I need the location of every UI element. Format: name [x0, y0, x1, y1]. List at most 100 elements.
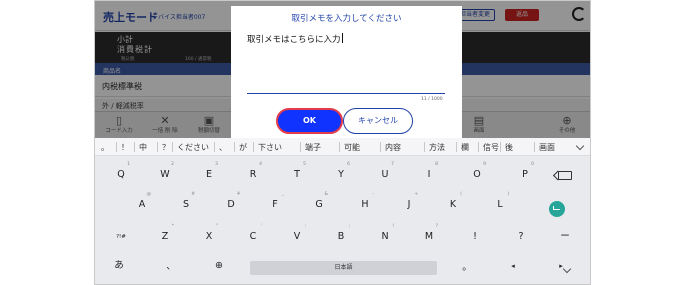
key-hint: 9	[483, 162, 486, 167]
key-c[interactable]: C '	[243, 224, 263, 247]
suggestion-separator	[500, 142, 501, 152]
key-label: H	[361, 199, 369, 210]
suggestion-item[interactable]: ください	[177, 142, 209, 153]
char-counter: 11 / 1000	[421, 97, 443, 102]
key-label: T	[294, 169, 300, 180]
key-hint: :	[304, 224, 306, 229]
suggestion-item[interactable]: 後	[505, 142, 513, 153]
key-hint: 4	[259, 162, 262, 167]
suggestion-item[interactable]: ！	[121, 142, 129, 153]
key-hint: (	[460, 192, 462, 197]
backspace-key[interactable]	[558, 171, 572, 180]
globe-icon[interactable]: ⊕	[209, 256, 229, 276]
key-label: ー	[560, 231, 570, 242]
suggestion-item[interactable]: 下さい	[258, 142, 282, 153]
suggestion-item[interactable]: 可能	[344, 142, 360, 153]
suggestion-separator	[214, 142, 215, 152]
ok-button[interactable]: OK	[276, 108, 343, 134]
key-hint: !	[392, 224, 394, 229]
key-label: Q	[117, 169, 125, 180]
suggestion-separator	[172, 142, 173, 152]
key-k[interactable]: K(	[443, 192, 463, 215]
suggestion-item[interactable]: 端子	[305, 142, 321, 153]
key-hint: +	[414, 192, 418, 197]
suggestion-item[interactable]: 中	[139, 142, 147, 153]
key-l[interactable]: L)	[490, 192, 510, 215]
suggestion-item[interactable]: 内容	[385, 142, 401, 153]
suggestion-separator	[456, 142, 457, 152]
key-label: Y	[338, 169, 344, 180]
suggestion-separator	[253, 142, 254, 152]
key-g[interactable]: G &	[309, 192, 329, 215]
key-label: U	[381, 169, 389, 180]
key-f[interactable]: F _	[265, 192, 285, 215]
key-hint: _	[281, 192, 284, 197]
key-x[interactable]: X "	[199, 224, 219, 247]
suggestion-item[interactable]: 、	[219, 142, 227, 153]
suggestion-item[interactable]: 画面	[539, 142, 555, 153]
suggestion-item[interactable]: 欄	[461, 142, 469, 153]
key-label: J	[407, 199, 411, 210]
suggestion-separator	[380, 142, 381, 152]
soft-keyboard: 。 ！ 中 ？ ください、 が下さい 端子 可能 内容 方法 欄 信号後 画面 Q1 W2 E3 R4 T5 Y6…	[95, 138, 590, 284]
kana-mode-key[interactable]: あ	[109, 256, 129, 276]
suggestion-bar: 。 ！ 中 ？ ください、 が下さい 端子 可能 内容 方法 欄 信号後 画面	[95, 138, 590, 156]
key-![interactable]: !	[465, 227, 485, 247]
app-frame: 売上モード デバイス担当者007 担当者変更 返品 小計 消費税計 税込税 16…	[94, 0, 591, 285]
key-hint: 1	[127, 162, 130, 167]
suggestion-item[interactable]: 信号	[483, 142, 499, 153]
key-hint: ?	[435, 224, 438, 229]
key-n[interactable]: N!	[375, 224, 395, 247]
cancel-button[interactable]: キャンセル	[343, 108, 413, 134]
key-hint: )	[507, 192, 509, 197]
key-w[interactable]: W2	[155, 162, 175, 185]
suggestion-separator	[339, 142, 340, 152]
key-b[interactable]: B;	[331, 224, 351, 247]
suggestion-item[interactable]: 。	[101, 142, 109, 153]
key-j[interactable]: J +	[399, 192, 419, 215]
key-o[interactable]: O9	[467, 162, 487, 185]
key-m[interactable]: M?	[419, 224, 439, 247]
enter-key[interactable]	[549, 201, 565, 217]
key-label: A	[138, 199, 146, 210]
key-r[interactable]: R4	[243, 162, 263, 185]
key-v[interactable]: V:	[287, 224, 307, 247]
key-label: X	[205, 231, 213, 242]
key-u[interactable]: U7	[375, 162, 395, 185]
period-key[interactable]: 。	[457, 258, 477, 278]
key-i[interactable]: I8	[419, 162, 439, 185]
suggestion-separator	[116, 142, 117, 152]
key-y[interactable]: Y6	[331, 162, 351, 185]
key-h[interactable]: H-	[355, 192, 375, 215]
cursor-left-key[interactable]: ◂	[503, 256, 523, 276]
key-label: S	[182, 199, 190, 210]
key-e[interactable]: E3	[199, 162, 219, 185]
memo-input[interactable]: 取引メモはこちらに入力	[247, 33, 343, 45]
expand-suggestions-icon[interactable]	[575, 141, 585, 151]
comma-key[interactable]: 、	[161, 257, 181, 277]
key-label: ?	[518, 231, 524, 242]
suggestion-item[interactable]: 方法	[429, 142, 445, 153]
key-?[interactable]: ?	[511, 227, 531, 247]
key-p[interactable]: P0	[515, 162, 535, 185]
suggestion-separator	[478, 142, 479, 152]
key-ー[interactable]: ー	[555, 227, 575, 247]
suggestion-item[interactable]: が	[239, 142, 247, 153]
key-?!#[interactable]: ?!#	[111, 227, 131, 247]
key-s[interactable]: S #	[176, 192, 196, 215]
key-hint: @	[146, 192, 152, 197]
key-hint: 6	[347, 162, 350, 167]
suggestion-item[interactable]: ？	[162, 142, 170, 153]
key-t[interactable]: T5	[287, 162, 307, 185]
key-label: L	[497, 199, 503, 210]
key-q[interactable]: Q1	[111, 162, 131, 185]
key-z[interactable]: Z *	[155, 224, 175, 247]
memo-underline	[247, 93, 445, 94]
key-hint: -	[372, 192, 374, 197]
key-a[interactable]: A @	[132, 192, 152, 215]
key-d[interactable]: D ¥	[221, 192, 241, 215]
suggestion-separator	[157, 142, 158, 152]
key-hint: 8	[435, 162, 438, 167]
space-key[interactable]: 日本語	[250, 261, 437, 275]
key-hint: 2	[171, 162, 174, 167]
